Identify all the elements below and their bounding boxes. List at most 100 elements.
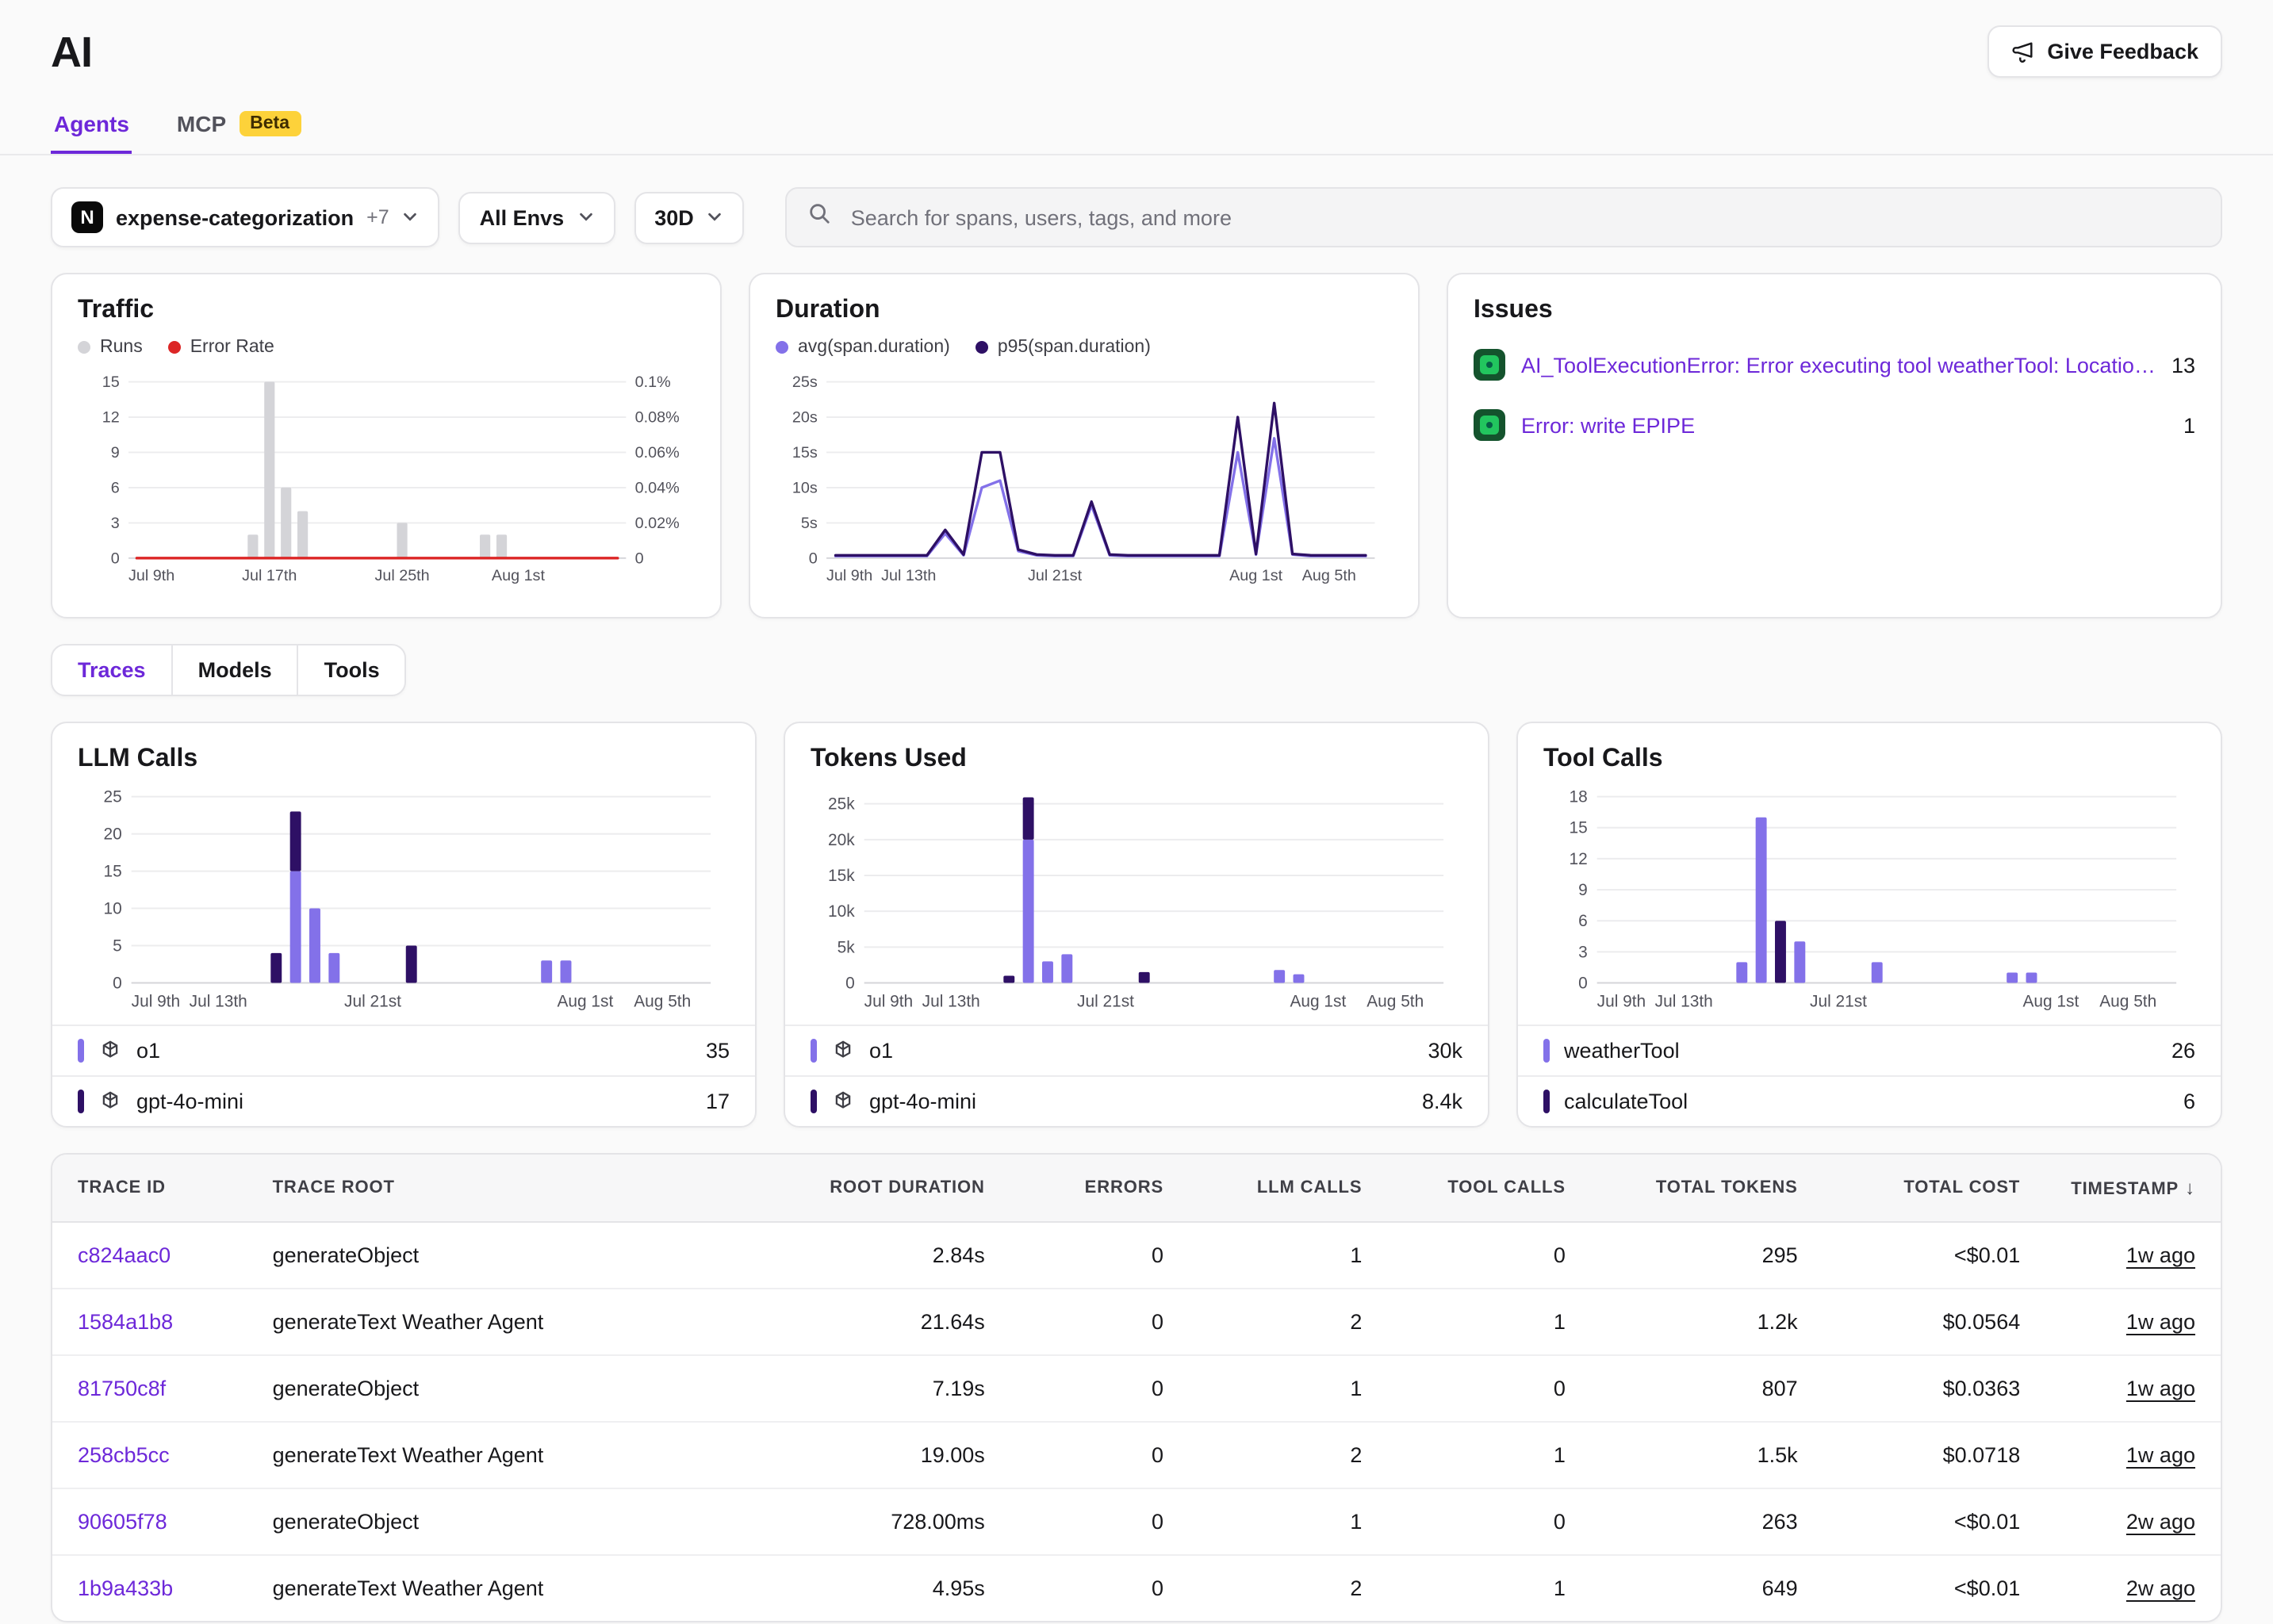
duration-chart[interactable]: 05s10s15s20s25sJul 9thJul 13thJul 21stAu… (776, 363, 1393, 595)
cell-trace_id: 81750c8f (52, 1355, 247, 1422)
issue-link[interactable]: AI_ToolExecutionError: Error executing t… (1521, 353, 2156, 377)
tokens-used-chart[interactable]: 05k10k15k20k25kJul 9thJul 13thJul 21stAu… (811, 783, 1462, 1015)
series-total: 17 (706, 1090, 730, 1113)
svg-text:18: 18 (1569, 788, 1587, 806)
issue-icon (1474, 349, 1505, 381)
column-header-tool_calls[interactable]: TOOL CALLS (1387, 1155, 1591, 1222)
cell-tool_calls: 1 (1387, 1289, 1591, 1355)
llm-calls-card-title: LLM Calls (78, 745, 730, 774)
sort-desc-icon: ↓ (2185, 1177, 2195, 1199)
trace-id-link[interactable]: 258cb5cc (78, 1443, 170, 1467)
summary-row-weatherTool[interactable]: weatherTool26 (1518, 1025, 2221, 1075)
trace-id-link[interactable]: c824aac0 (78, 1243, 171, 1267)
tab-mcp[interactable]: MCP Beta (174, 97, 304, 154)
table-row[interactable]: 1584a1b8generateText Weather Agent21.64s… (52, 1289, 2221, 1355)
tab-agents-label: Agents (54, 111, 129, 136)
legend-item-avg-duration: avg(span.duration) (776, 338, 950, 357)
give-feedback-button[interactable]: Give Feedback (1987, 25, 2222, 78)
tab-agents[interactable]: Agents (51, 97, 132, 154)
table-row[interactable]: 1b9a433bgenerateText Weather Agent4.95s0… (52, 1555, 2221, 1621)
traffic-card: Traffic Runs Error Rate 0030.02%60.04%90… (51, 273, 722, 619)
trace-id-link[interactable]: 1584a1b8 (78, 1310, 173, 1334)
trace-id-link[interactable]: 1b9a433b (78, 1576, 173, 1600)
search-bar[interactable] (786, 187, 2222, 247)
tab-models[interactable]: Models (173, 645, 299, 695)
chevron-down-icon (707, 205, 724, 229)
svg-text:0: 0 (635, 550, 644, 567)
svg-text:9: 9 (111, 444, 120, 462)
column-header-trace_root[interactable]: TRACE ROOT (247, 1155, 725, 1222)
search-input[interactable] (848, 204, 2200, 231)
tab-traces[interactable]: Traces (52, 645, 173, 695)
series-color-chip (1543, 1090, 1550, 1113)
issue-row[interactable]: Error: write EPIPE1 (1474, 395, 2195, 455)
column-header-total_tokens[interactable]: TOTAL TOKENS (1591, 1155, 1823, 1222)
tab-tools[interactable]: Tools (299, 645, 405, 695)
traffic-chart[interactable]: 0030.02%60.04%90.06%120.08%150.1%Jul 9th… (78, 363, 695, 595)
timestamp-link[interactable]: 1w ago (2126, 1310, 2195, 1334)
trace-id-link[interactable]: 81750c8f (78, 1377, 166, 1400)
trace-id-link[interactable]: 90605f78 (78, 1510, 167, 1534)
svg-text:Jul 9th: Jul 9th (826, 567, 872, 584)
timestamp-link[interactable]: 2w ago (2126, 1510, 2195, 1534)
summary-row-o1[interactable]: o135 (52, 1025, 755, 1075)
cell-tool_calls: 1 (1387, 1555, 1591, 1621)
issue-link[interactable]: Error: write EPIPE (1521, 413, 2168, 437)
env-filter-dropdown[interactable]: All Envs (459, 191, 615, 243)
issue-row[interactable]: AI_ToolExecutionError: Error executing t… (1474, 335, 2195, 395)
tool-calls-card-title: Tool Calls (1543, 745, 2195, 774)
cell-total_tokens: 807 (1591, 1355, 1823, 1422)
column-header-errors[interactable]: ERRORS (1010, 1155, 1189, 1222)
project-filter-dropdown[interactable]: N expense-categorization +7 (51, 187, 440, 247)
summary-row-calculateTool[interactable]: calculateTool6 (1518, 1075, 2221, 1126)
svg-text:Jul 25th: Jul 25th (374, 567, 429, 584)
table-row[interactable]: 90605f78generateObject728.00ms010263<$0.… (52, 1488, 2221, 1555)
table-row[interactable]: c824aac0generateObject2.84s010295<$0.011… (52, 1222, 2221, 1289)
summary-row-o1[interactable]: o130k (785, 1025, 1488, 1075)
svg-text:0: 0 (809, 550, 818, 567)
svg-text:Aug 5th: Aug 5th (634, 992, 691, 1010)
cell-trace_root: generateText Weather Agent (247, 1289, 725, 1355)
svg-text:Jul 21st: Jul 21st (1810, 992, 1867, 1010)
timestamp-link[interactable]: 1w ago (2126, 1443, 2195, 1467)
cell-trace_id: 1b9a433b (52, 1555, 247, 1621)
svg-text:Aug 1st: Aug 1st (557, 992, 613, 1010)
summary-row-gpt-4o-mini[interactable]: gpt-4o-mini8.4k (785, 1075, 1488, 1126)
svg-text:25k: 25k (828, 795, 855, 814)
svg-text:Jul 21st: Jul 21st (1077, 992, 1134, 1010)
llm-calls-chart[interactable]: 0510152025Jul 9thJul 13thJul 21stAug 1st… (78, 783, 730, 1015)
timestamp-link[interactable]: 1w ago (2126, 1377, 2195, 1400)
cell-timestamp: 2w ago (2045, 1555, 2221, 1621)
traffic-card-title: Traffic (78, 297, 695, 325)
time-range-label: 30D (654, 205, 694, 229)
cell-trace_root: generateObject (247, 1222, 725, 1289)
cell-total_tokens: 263 (1591, 1488, 1823, 1555)
column-header-total_cost[interactable]: TOTAL COST (1823, 1155, 2046, 1222)
llm-calls-card: LLM Calls 0510152025Jul 9thJul 13thJul 2… (51, 722, 757, 1128)
duration-card-title: Duration (776, 297, 1393, 325)
tool-calls-chart[interactable]: 0369121518Jul 9thJul 13thJul 21stAug 1st… (1543, 783, 2195, 1015)
time-range-dropdown[interactable]: 30D (634, 191, 745, 243)
traces-table-card: TRACE IDTRACE ROOTROOT DURATIONERRORSLLM… (51, 1153, 2222, 1622)
timestamp-link[interactable]: 2w ago (2126, 1576, 2195, 1600)
svg-text:0.1%: 0.1% (635, 373, 671, 391)
table-row[interactable]: 258cb5ccgenerateText Weather Agent19.00s… (52, 1422, 2221, 1488)
cell-tool_calls: 1 (1387, 1422, 1591, 1488)
svg-text:15k: 15k (828, 867, 855, 885)
column-header-timestamp[interactable]: TIMESTAMP↓ (2045, 1155, 2221, 1222)
series-name: o1 (136, 1039, 160, 1063)
avg-duration-legend-dot (776, 341, 788, 354)
cell-root_duration: 19.00s (724, 1422, 1010, 1488)
usage-cards-row: LLM Calls 0510152025Jul 9thJul 13thJul 2… (51, 722, 2222, 1128)
column-header-llm_calls[interactable]: LLM CALLS (1189, 1155, 1387, 1222)
table-row[interactable]: 81750c8fgenerateObject7.19s010807$0.0363… (52, 1355, 2221, 1422)
view-tabs: Traces Models Tools (51, 644, 407, 696)
timestamp-link[interactable]: 1w ago (2126, 1243, 2195, 1267)
svg-text:Jul 13th: Jul 13th (190, 992, 247, 1010)
tool-calls-summary: weatherTool26calculateTool6 (1518, 1025, 2221, 1126)
summary-row-gpt-4o-mini[interactable]: gpt-4o-mini17 (52, 1075, 755, 1126)
legend-item-runs: Runs (78, 338, 143, 357)
cell-llm_calls: 2 (1189, 1422, 1387, 1488)
column-header-root_duration[interactable]: ROOT DURATION (724, 1155, 1010, 1222)
column-header-trace_id[interactable]: TRACE ID (52, 1155, 247, 1222)
